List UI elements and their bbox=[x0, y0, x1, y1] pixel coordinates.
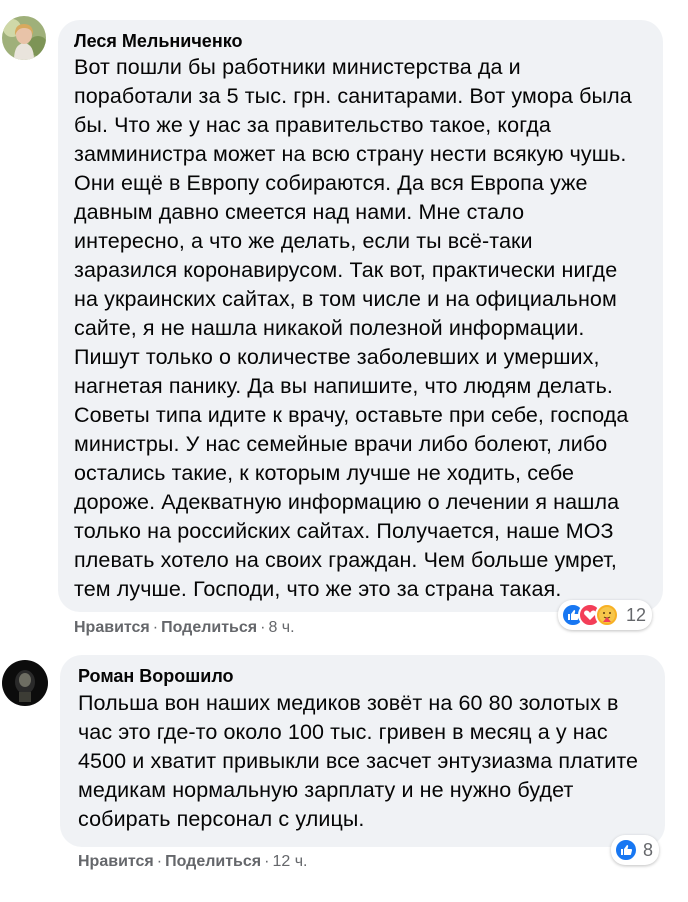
comment-time[interactable]: 12 ч. bbox=[272, 853, 307, 870]
separator: · bbox=[156, 853, 163, 870]
like-link[interactable]: Нравится bbox=[74, 619, 150, 636]
like-icon bbox=[614, 838, 638, 862]
comment-author[interactable]: Леся Мельниченко bbox=[74, 30, 647, 52]
comment-bubble: Леся Мельниченко Вот пошли бы работники … bbox=[58, 20, 663, 612]
reaction-count: 12 bbox=[626, 604, 647, 625]
like-link[interactable]: Нравится bbox=[78, 853, 154, 870]
comment-actions: Нравится · Поделиться · 8 ч. bbox=[74, 619, 295, 637]
comment-time[interactable]: 8 ч. bbox=[268, 619, 294, 636]
reaction-summary[interactable]: 8 bbox=[611, 835, 660, 865]
avatar[interactable] bbox=[2, 16, 46, 60]
share-link[interactable]: Поделиться bbox=[161, 619, 257, 636]
separator: · bbox=[152, 619, 159, 636]
avatar-photo bbox=[2, 660, 48, 706]
comment-author[interactable]: Роман Ворошило bbox=[78, 665, 649, 687]
comment-actions: Нравится · Поделиться · 12 ч. bbox=[78, 853, 307, 871]
reaction-summary[interactable]: 12 bbox=[558, 600, 653, 630]
separator: · bbox=[260, 619, 266, 636]
reaction-count: 8 bbox=[643, 839, 654, 860]
separator: · bbox=[264, 853, 270, 870]
comment-text: Польша вон наших медиков зовёт на 60 80 … bbox=[78, 691, 639, 831]
care-icon bbox=[595, 603, 619, 627]
avatar-photo bbox=[2, 16, 46, 60]
comment-text: Вот пошли бы работники министерства да и… bbox=[74, 55, 632, 601]
avatar[interactable] bbox=[2, 660, 48, 706]
comment-bubble: Роман Ворошило Польша вон наших медиков … bbox=[60, 655, 665, 847]
share-link[interactable]: Поделиться bbox=[165, 853, 261, 870]
